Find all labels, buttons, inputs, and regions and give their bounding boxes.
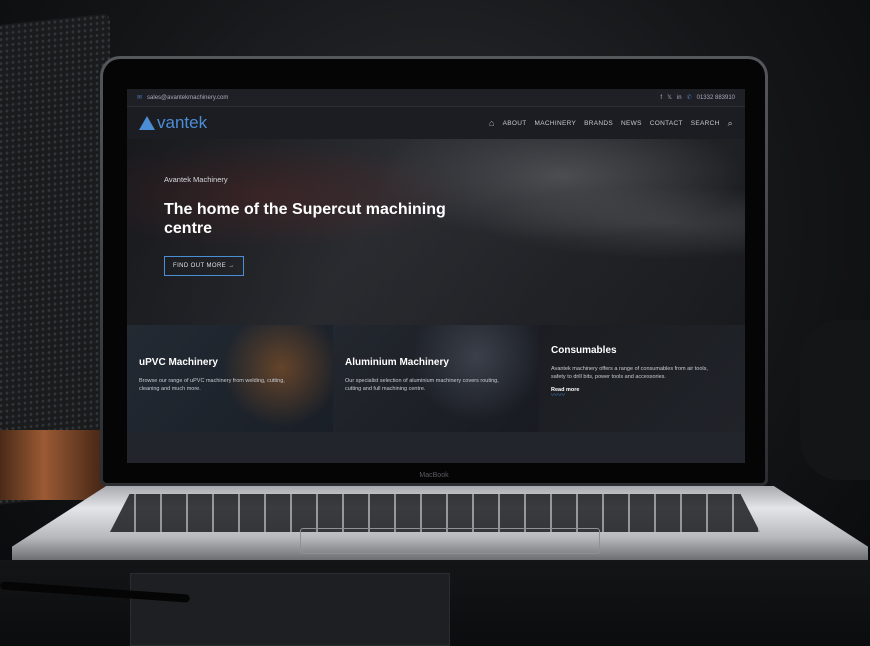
- copper-lamp: [0, 430, 110, 500]
- hero-title: The home of the Supercut machining centr…: [164, 201, 446, 237]
- keyboard: [110, 494, 760, 532]
- laptop-bezel: ✉ sales@avantekmachinery.com f 𝕏 in ✆ 01…: [103, 59, 765, 483]
- card-aluminium[interactable]: Aluminium Machinery Our specialist selec…: [333, 325, 539, 432]
- wave-icon: 〰〰: [551, 392, 565, 399]
- mail-icon: ✉: [137, 95, 143, 101]
- nav-menu: ⌂ ABOUT MACHINERY BRANDS NEWS CONTACT SE…: [489, 118, 733, 129]
- logo-mark-icon: [139, 116, 155, 130]
- card-title: uPVC Machinery: [139, 357, 218, 368]
- card-title: Aluminium Machinery: [345, 357, 449, 368]
- laptop-lid: ✉ sales@avantekmachinery.com f 𝕏 in ✆ 01…: [100, 56, 768, 486]
- email-link[interactable]: sales@avantekmachinery.com: [147, 95, 228, 101]
- nav-item-brands[interactable]: BRANDS: [584, 120, 613, 127]
- site-logo[interactable]: vantek: [139, 113, 207, 133]
- nav-item-about[interactable]: ABOUT: [503, 120, 527, 127]
- card-consumables[interactable]: Consumables Avantek machinery offers a r…: [539, 325, 745, 432]
- card-text: Browse our range of uPVC machinery from …: [139, 378, 285, 392]
- main-nav: vantek ⌂ ABOUT MACHINERY BRANDS NEWS CON…: [127, 107, 745, 139]
- nav-item-machinery[interactable]: MACHINERY: [535, 120, 577, 127]
- nav-item-contact[interactable]: CONTACT: [650, 120, 683, 127]
- nav-item-news[interactable]: NEWS: [621, 120, 642, 127]
- device-brand: MacBook: [419, 472, 449, 479]
- search-icon[interactable]: ⌕: [728, 118, 733, 129]
- home-icon[interactable]: ⌂: [489, 118, 495, 128]
- trackpad: [300, 528, 600, 554]
- find-out-more-button[interactable]: FIND OUT MORE →: [164, 256, 244, 276]
- hero-banner: Avantek Machinery The home of the Superc…: [127, 139, 745, 325]
- card-upvc[interactable]: uPVC Machinery Browse our range of uPVC …: [127, 325, 333, 432]
- hero-kicker: Avantek Machinery: [164, 175, 228, 184]
- desk-pad: [130, 573, 450, 646]
- card-text: Our specialist selection of aluminium ma…: [345, 378, 499, 392]
- card-title: Consumables: [551, 345, 617, 356]
- twitter-icon[interactable]: 𝕏: [667, 94, 672, 101]
- photo-scene: ✉ sales@avantekmachinery.com f 𝕏 in ✆ 01…: [0, 0, 870, 646]
- phone-number[interactable]: 01332 883910: [697, 95, 735, 101]
- phone-icon: ✆: [686, 95, 692, 101]
- website-screen: ✉ sales@avantekmachinery.com f 𝕏 in ✆ 01…: [127, 89, 745, 463]
- top-bar: ✉ sales@avantekmachinery.com f 𝕏 in ✆ 01…: [127, 89, 745, 107]
- facebook-icon[interactable]: f: [660, 95, 662, 101]
- nav-item-search[interactable]: SEARCH: [691, 120, 720, 127]
- logo-text: vantek: [157, 113, 208, 132]
- category-cards: uPVC Machinery Browse our range of uPVC …: [127, 325, 745, 432]
- footer-strip: [127, 432, 745, 463]
- linkedin-icon[interactable]: in: [677, 95, 682, 101]
- card-text: Avantek machinery offers a range of cons…: [551, 366, 708, 380]
- right-speaker: [800, 320, 870, 480]
